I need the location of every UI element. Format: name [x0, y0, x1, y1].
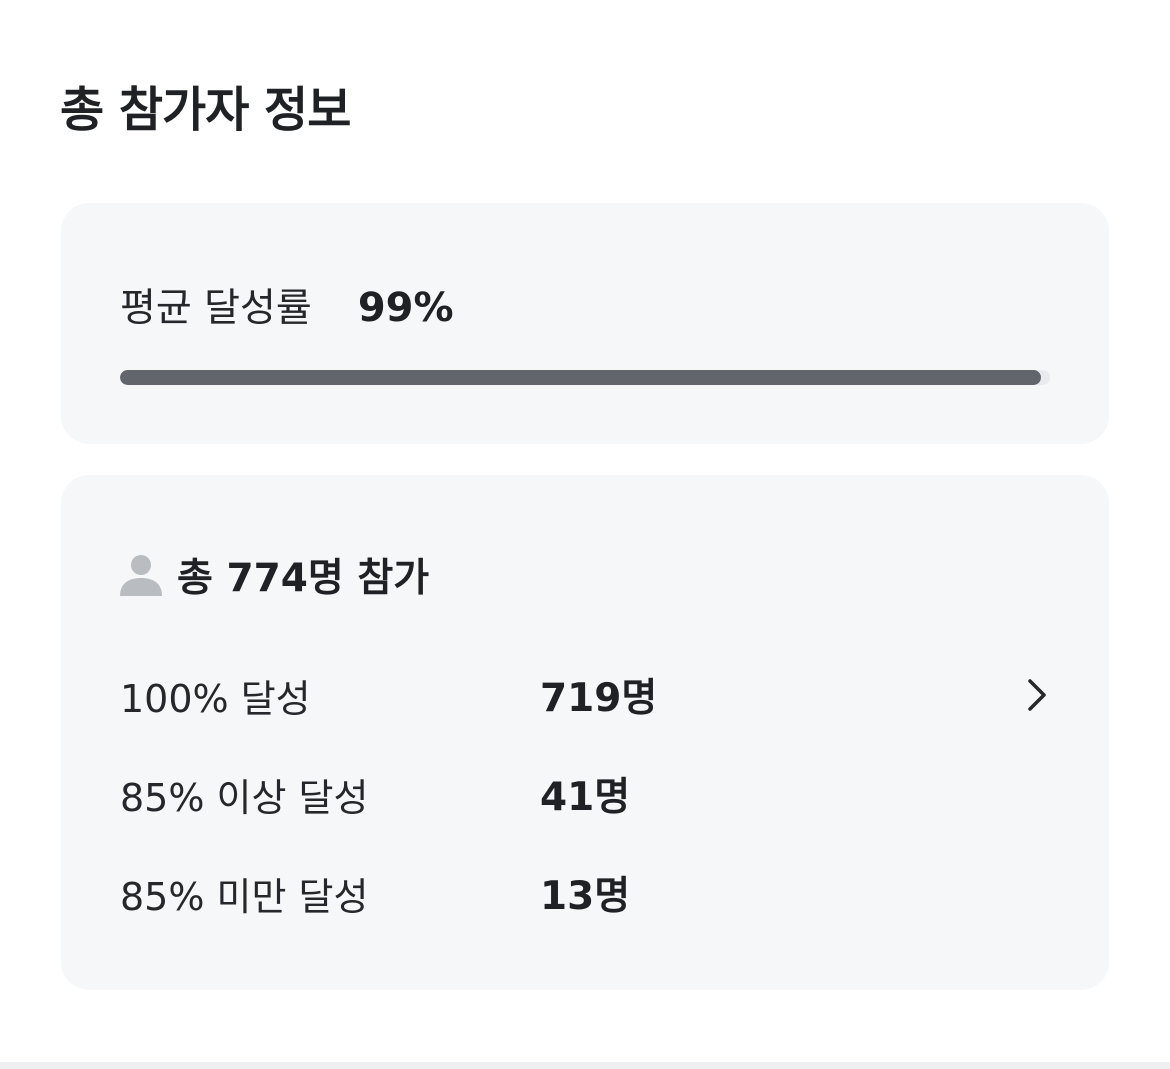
achievement-progress-fill	[120, 370, 1041, 385]
achievement-row-label: 100% 달성	[120, 676, 311, 721]
person-icon	[120, 555, 162, 596]
bottom-divider	[0, 1062, 1170, 1069]
chevron-right-icon[interactable]	[1019, 677, 1055, 713]
average-achievement-label: 평균 달성률	[120, 286, 312, 331]
achievement-progress-bar	[120, 370, 1050, 385]
achievement-row-100[interactable]: 100% 달성 719명	[120, 667, 1055, 723]
total-participants-row: 총 774명 참가	[119, 547, 429, 603]
achievement-row-count: 719명	[540, 676, 658, 721]
participants-card: 총 774명 참가 100% 달성 719명 85% 이상 달성 41명 85%…	[61, 475, 1109, 990]
average-achievement-header: 평균 달성률 99%	[120, 277, 454, 333]
achievement-row-label: 85% 미만 달성	[120, 874, 369, 919]
section-title: 총 참가자 정보	[60, 82, 351, 138]
average-achievement-card: 평균 달성률 99%	[61, 203, 1109, 444]
average-achievement-value: 99%	[357, 285, 454, 331]
participant-info-page: 총 참가자 정보 평균 달성률 99% 총 774명 참가 100% 달성 71…	[0, 0, 1170, 1069]
achievement-row-label: 85% 이상 달성	[120, 775, 369, 820]
achievement-row-85-below: 85% 미만 달성 13명	[120, 865, 1055, 921]
achievement-row-count: 13명	[540, 874, 631, 919]
achievement-row-85-above: 85% 이상 달성 41명	[120, 766, 1055, 822]
achievement-row-count: 41명	[540, 775, 631, 820]
total-participants-text: 총 774명 참가	[177, 556, 430, 601]
